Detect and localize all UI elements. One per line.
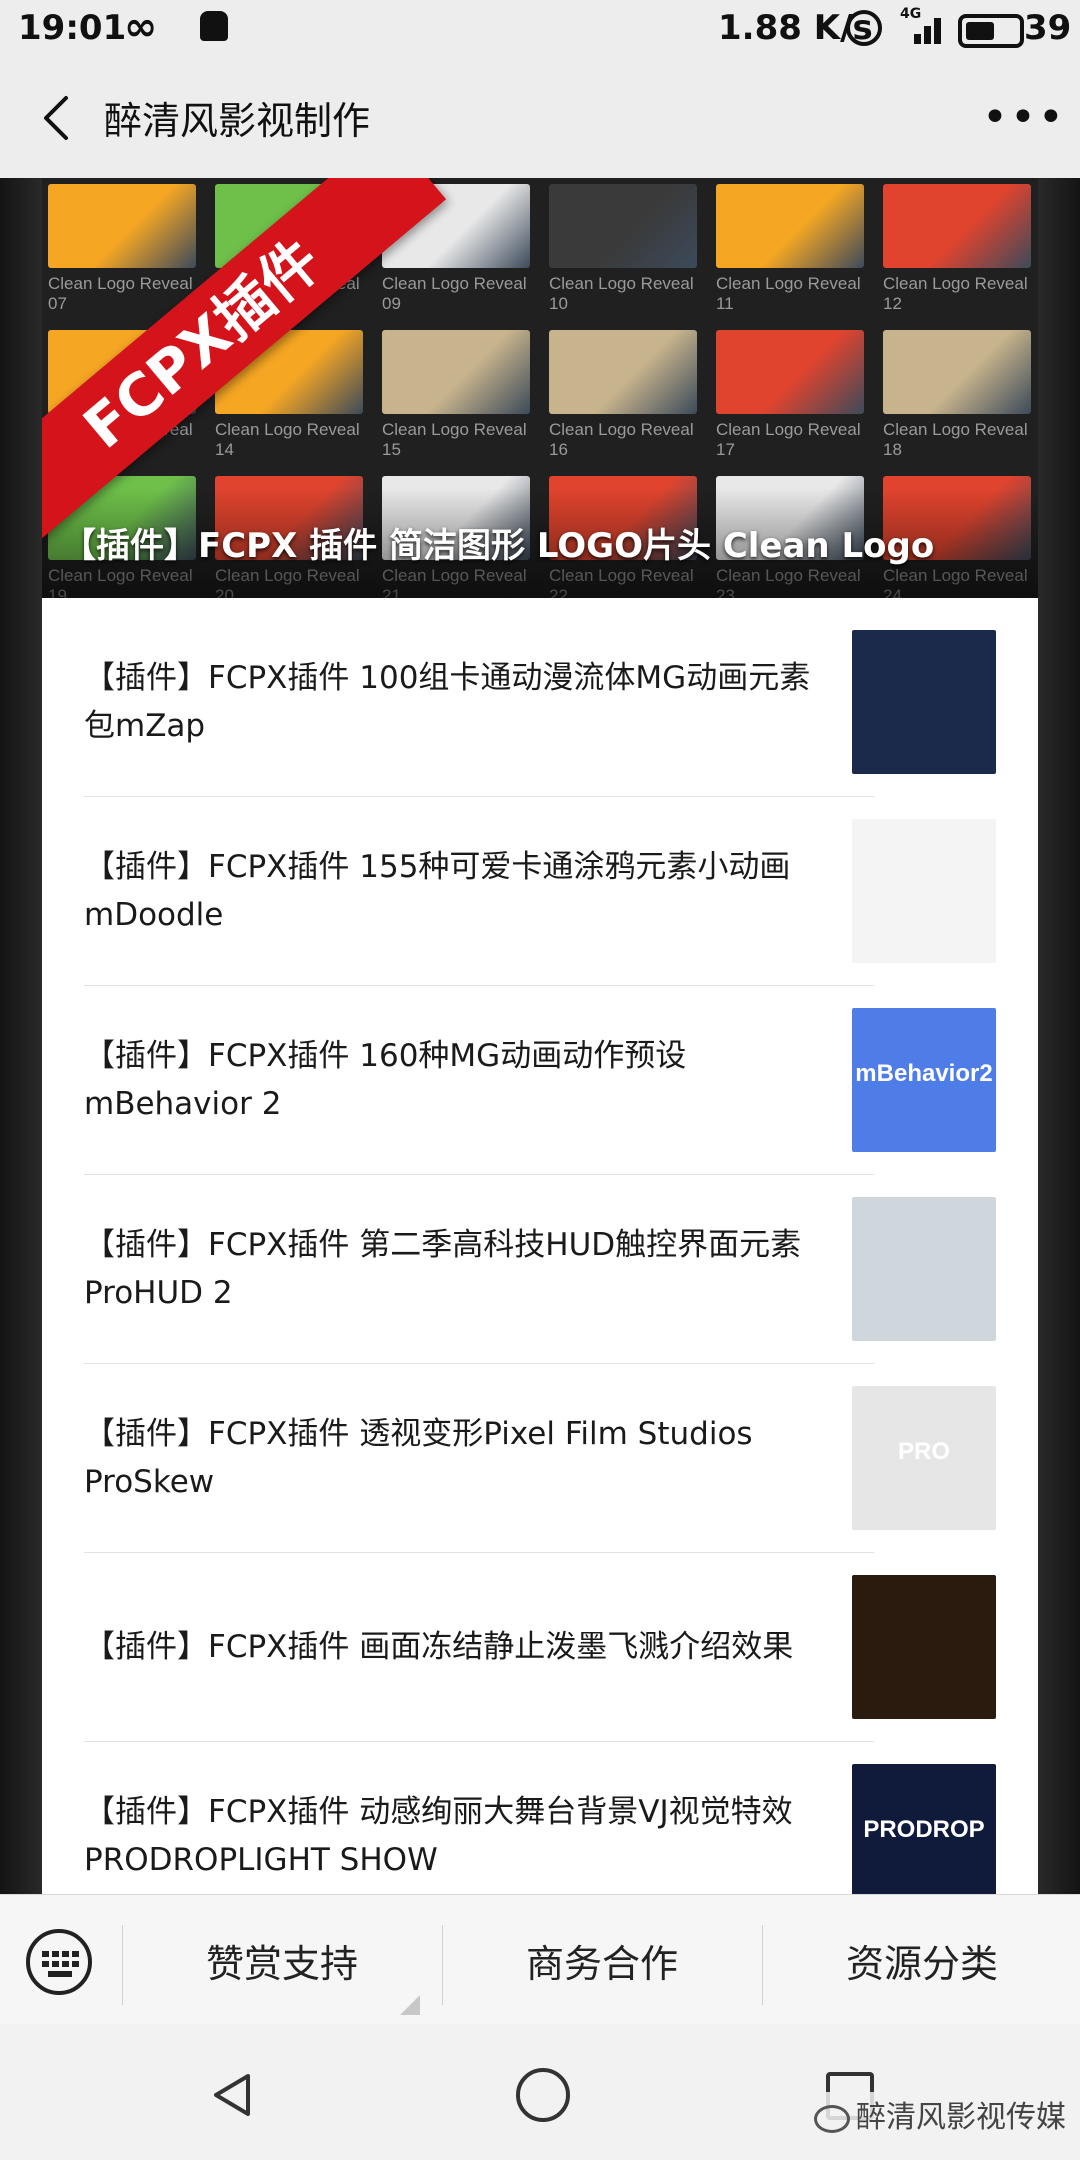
infinity-icon: ∞ xyxy=(124,4,158,50)
thumbnail-image xyxy=(716,330,864,414)
thumbnail-caption: Clean Logo Reveal 14 xyxy=(215,420,360,459)
thumbnail-image xyxy=(48,184,196,268)
article-thumbnail xyxy=(852,630,996,774)
article-title: 【插件】FCPX插件 160种MG动画动作预设mBehavior 2 xyxy=(84,1038,687,1122)
article-title: 【插件】FCPX插件 透视变形Pixel Film Studios ProSke… xyxy=(84,1416,753,1500)
article-thumbnail xyxy=(852,819,996,963)
battery-level: 39 xyxy=(1024,8,1072,48)
back-arrow-icon[interactable] xyxy=(36,94,82,142)
banner-thumbnail: Clean Logo Reveal 16 xyxy=(549,330,697,460)
article-title: 【插件】FCPX插件 第二季高科技HUD触控界面元素 ProHUD 2 xyxy=(84,1227,802,1311)
menu-item-donate[interactable]: 赞赏支持 xyxy=(124,1895,440,2025)
signal-icon: 4G xyxy=(900,6,944,44)
bottom-menu-bar: 赞赏支持 商务合作 资源分类 xyxy=(0,1894,1080,2025)
status-time: 19:01 xyxy=(18,8,127,48)
thumbnail-label: mBehavior2 xyxy=(855,1060,993,1087)
thumbnail-caption: Clean Logo Reveal 18 xyxy=(883,420,1028,459)
alarm-icon xyxy=(846,10,882,46)
article-title: 【插件】FCPX插件 动感绚丽大舞台背景VJ视觉特效 PRODROPLIGHT … xyxy=(84,1794,793,1878)
thumbnail-caption: Clean Logo Reveal 11 xyxy=(716,274,861,313)
banner-thumbnail: Clean Logo Reveal 12 xyxy=(883,184,1031,314)
list-item[interactable]: 【插件】FCPX插件 160种MG动画动作预设mBehavior 2 xyxy=(84,986,874,1175)
nav-back-icon[interactable] xyxy=(210,2072,254,2118)
article-thumbnail xyxy=(852,1197,996,1341)
banner-title: 【插件】FCPX 插件 简洁图形 LOGO片头 Clean Logo xyxy=(62,526,935,566)
menu-item-categories[interactable]: 资源分类 xyxy=(764,1895,1080,2025)
thumbnail-label: PRODROP xyxy=(863,1816,985,1843)
list-item[interactable]: 【插件】FCPX插件 动感绚丽大舞台背景VJ视觉特效 PRODROPLIGHT … xyxy=(84,1742,874,1894)
nav-home-icon[interactable] xyxy=(516,2068,570,2122)
banner-thumbnail: Clean Logo Reveal 11 xyxy=(716,184,864,314)
banner-thumbnail: Clean Logo Reveal 18 xyxy=(883,330,1031,460)
wechat-logo-icon xyxy=(814,2104,850,2133)
article-thumbnail: mBehavior2 xyxy=(852,1008,996,1152)
network-type: 4G xyxy=(900,6,922,22)
keyboard-icon[interactable] xyxy=(26,1929,92,1995)
thumbnail-caption: Clean Logo Reveal 16 xyxy=(549,420,694,459)
thumbnail-image xyxy=(549,330,697,414)
watermark-text: 醉清风影视传媒 xyxy=(856,2100,1066,2135)
article-list-card: Clean Logo Reveal 07Clean Logo Reveal 08… xyxy=(42,178,1038,1894)
page-title: 醉清风影视制作 xyxy=(104,99,371,143)
article-title: 【插件】FCPX插件 100组卡通动漫流体MG动画元素包mZap xyxy=(84,660,811,744)
content-area[interactable]: Clean Logo Reveal 07Clean Logo Reveal 08… xyxy=(0,178,1080,1894)
banner-thumbnail: Clean Logo Reveal 15 xyxy=(382,330,530,460)
thumbnail-image xyxy=(716,184,864,268)
thumbnail-image xyxy=(382,330,530,414)
top-nav-bar: 醉清风影视制作 ••• xyxy=(0,58,1080,179)
thumbnail-caption: Clean Logo Reveal 10 xyxy=(549,274,694,313)
more-options-icon[interactable]: ••• xyxy=(982,96,1064,140)
thumbnail-image xyxy=(549,184,697,268)
list-item[interactable]: 【插件】FCPX插件 第二季高科技HUD触控界面元素 ProHUD 2 xyxy=(84,1175,874,1364)
thumbnail-caption: Clean Logo Reveal 09 xyxy=(382,274,527,313)
article-title: 【插件】FCPX插件 画面冻结静止泼墨飞溅介绍效果 xyxy=(84,1629,794,1665)
list-item[interactable]: 【插件】FCPX插件 透视变形Pixel Film Studios ProSke… xyxy=(84,1364,874,1553)
list-item[interactable]: 【插件】FCPX插件 100组卡通动漫流体MG动画元素包mZap xyxy=(84,608,874,797)
thumbnail-caption: Clean Logo Reveal 12 xyxy=(883,274,1028,313)
article-title: 【插件】FCPX插件 155种可爱卡通涂鸦元素小动画mDoodle xyxy=(84,849,791,933)
thumbnail-image xyxy=(883,330,1031,414)
featured-banner[interactable]: Clean Logo Reveal 07Clean Logo Reveal 08… xyxy=(42,178,1038,598)
thumbnail-label: PRO xyxy=(897,1438,950,1465)
list-item[interactable]: 【插件】FCPX插件 155种可爱卡通涂鸦元素小动画mDoodle xyxy=(84,797,874,986)
banner-thumbnail: Clean Logo Reveal 17 xyxy=(716,330,864,460)
article-thumbnail: PRO xyxy=(852,1386,996,1530)
menu-item-business[interactable]: 商务合作 xyxy=(444,1895,760,2025)
thumbnail-image xyxy=(883,184,1031,268)
system-nav-bar: 醉清风影视传媒 xyxy=(0,2024,1080,2160)
article-thumbnail: PRODROP xyxy=(852,1764,996,1894)
banner-thumbnail: Clean Logo Reveal 10 xyxy=(549,184,697,314)
watermark: 醉清风影视传媒 xyxy=(808,2092,1072,2136)
qq-icon xyxy=(200,11,228,41)
status-bar: 19:01 ∞ 1.88 K/s 4G 39 xyxy=(0,0,1080,58)
banner-thumbnail: Clean Logo Reveal 07 xyxy=(48,184,196,314)
list-item[interactable]: 【插件】FCPX插件 画面冻结静止泼墨飞溅介绍效果 xyxy=(84,1553,874,1742)
thumbnail-caption: Clean Logo Reveal 15 xyxy=(382,420,527,459)
thumbnail-caption: Clean Logo Reveal 17 xyxy=(716,420,861,459)
battery-icon xyxy=(958,14,1024,48)
article-thumbnail xyxy=(852,1575,996,1719)
